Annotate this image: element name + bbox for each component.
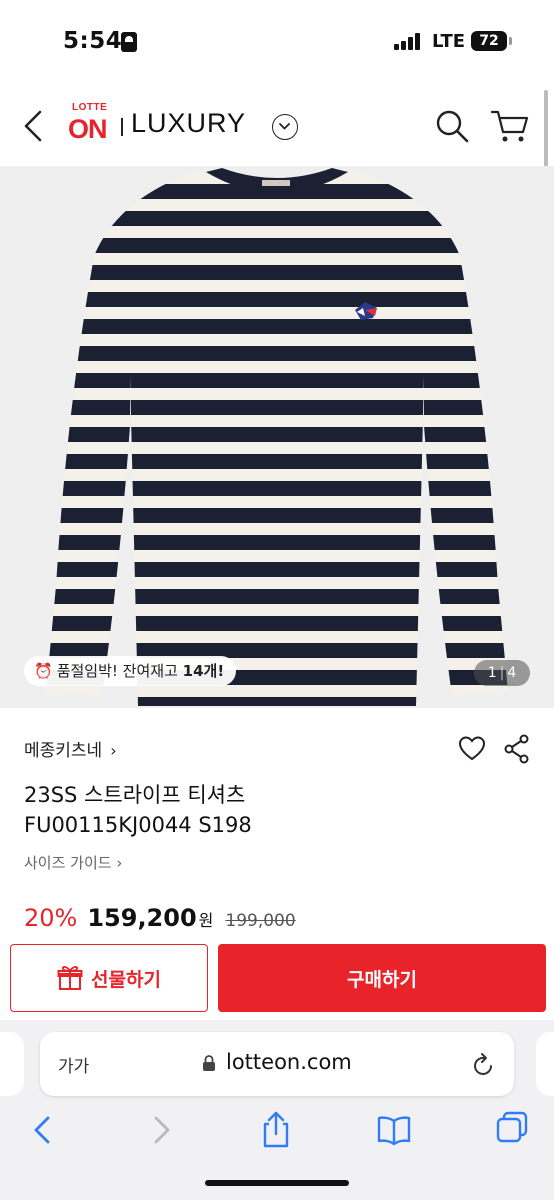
tabs-icon[interactable] (494, 1110, 530, 1150)
signal-icon (394, 32, 424, 50)
sale-price: 159,200 (87, 904, 197, 932)
logo-divider (121, 118, 123, 136)
reload-icon[interactable] (470, 1050, 496, 1078)
discount-rate: 20% (24, 904, 78, 932)
url-text: lotteon.com (226, 1050, 352, 1074)
stock-warning-badge: ⏰ 품절임박! 잔여재고 14개! (24, 656, 237, 686)
battery-icon: 72 (471, 31, 507, 51)
price-row: 20% 159,200 원 199,000 (24, 904, 296, 936)
product-image-gallery[interactable]: ⏰ 품절임박! 잔여재고 14개! 1 | 4 (0, 166, 554, 708)
back-icon (24, 110, 42, 142)
currency-label: 원 (198, 911, 214, 930)
section-dropdown-button[interactable] (272, 114, 298, 140)
back-button[interactable] (18, 106, 50, 146)
brand-name: 메종키츠네 (24, 741, 103, 761)
home-indicator (205, 1180, 349, 1186)
cart-icon (490, 110, 529, 142)
network-label: LTE (432, 31, 466, 52)
lock-icon (203, 1055, 215, 1071)
gift-icon (57, 966, 83, 990)
collar-tag (262, 180, 290, 186)
striped-tshirt-image (46, 168, 508, 706)
image-pager: 1 | 4 (474, 660, 530, 686)
back-nav-icon[interactable] (24, 1110, 60, 1150)
cart-button[interactable] (490, 108, 530, 144)
chevron-right-icon: › (116, 854, 123, 872)
share-sheet-icon[interactable] (258, 1110, 294, 1150)
id-card-icon (121, 32, 137, 52)
next-tab-peek[interactable] (536, 1032, 554, 1096)
chevron-down-icon (279, 123, 290, 130)
share-icon (504, 734, 529, 764)
size-guide-link[interactable]: 사이즈 가이드 › (24, 852, 122, 873)
search-button[interactable] (434, 108, 470, 144)
status-time: 5:54 (63, 28, 123, 54)
original-price: 199,000 (225, 911, 296, 931)
share-button[interactable] (504, 734, 530, 764)
alarm-clock-icon: ⏰ (34, 662, 53, 680)
status-bar: 5:54 LTE 72 (0, 0, 554, 84)
buy-button[interactable]: 구매하기 (218, 944, 546, 1012)
wishlist-button[interactable] (458, 736, 486, 762)
section-title[interactable]: LUXURY (131, 108, 246, 139)
address-bar[interactable]: 가가 lotteon.com (40, 1032, 514, 1096)
brand-link[interactable]: 메종키츠네 › (24, 736, 117, 761)
heart-icon (458, 736, 486, 761)
lotte-on-logo[interactable]: LOTTE ON (68, 102, 116, 148)
bookmarks-icon[interactable] (376, 1110, 412, 1150)
gift-button[interactable]: 선물하기 (10, 944, 208, 1012)
forward-nav-icon[interactable] (144, 1110, 180, 1150)
chevron-right-icon: › (110, 741, 117, 760)
app-header: LOTTE ON LUXURY (0, 84, 554, 166)
stock-count: 14개! (182, 662, 225, 680)
previous-tab-peek[interactable] (0, 1032, 24, 1096)
text-size-button[interactable]: 가가 (58, 1052, 89, 1077)
product-title: 23SS 스트라이프 티셔츠 FU00115KJ0044 S198 (24, 783, 252, 837)
search-icon (436, 110, 469, 143)
